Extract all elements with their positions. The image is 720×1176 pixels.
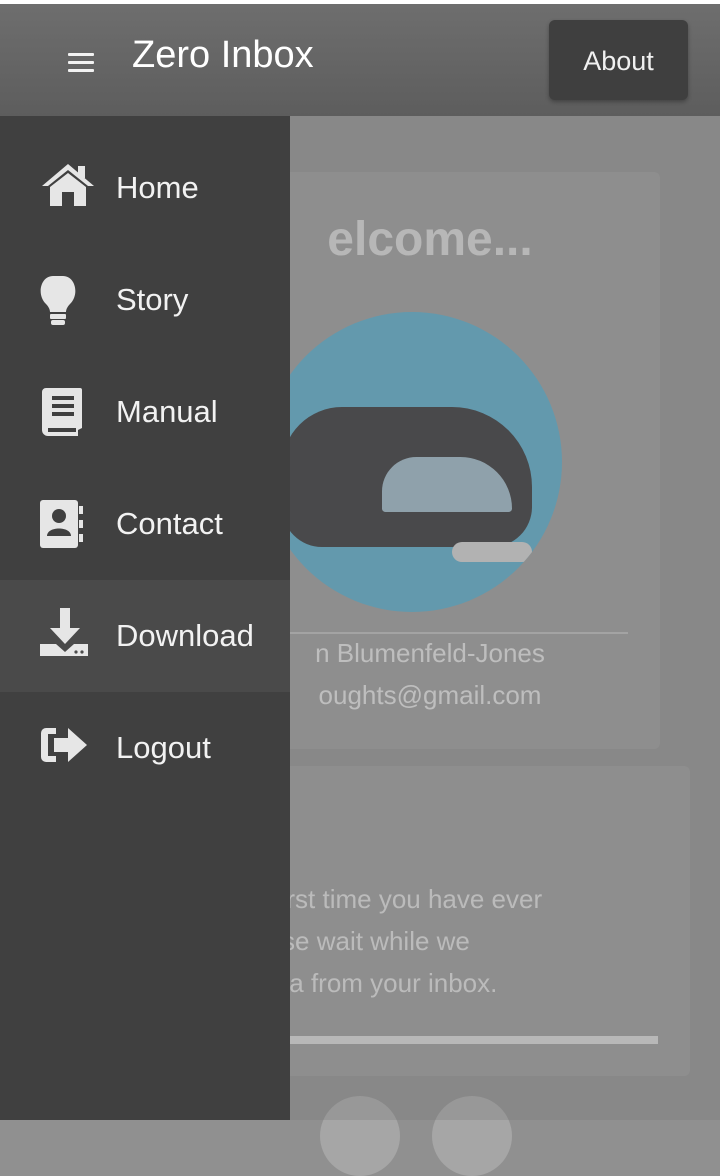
drawer-item-label: Download: [116, 618, 254, 653]
drawer-item-logout[interactable]: Logout: [0, 692, 290, 804]
menu-icon[interactable]: [68, 52, 96, 76]
drawer-item-label: Logout: [116, 730, 211, 765]
drawer-item-story[interactable]: Story: [0, 244, 290, 356]
about-button-label: About: [583, 46, 654, 76]
home-icon: [42, 164, 94, 206]
drawer-item-download[interactable]: Download: [0, 580, 290, 692]
lightbulb-icon: [40, 276, 76, 325]
drawer-item-label: Home: [116, 170, 199, 205]
app-bar: Zero Inbox About: [0, 4, 720, 116]
drawer-item-label: Contact: [116, 506, 223, 541]
app-title: Zero Inbox: [132, 34, 314, 76]
about-button[interactable]: About: [549, 20, 688, 100]
logout-icon: [41, 728, 87, 762]
drawer-item-label: Story: [116, 282, 189, 317]
drawer-item-home[interactable]: Home: [0, 132, 290, 244]
drawer-item-label: Manual: [116, 394, 218, 429]
contact-book-icon: [40, 500, 83, 548]
navigation-drawer: Home Story Manual Contact Download Logou…: [0, 116, 290, 1120]
book-icon: [42, 388, 82, 436]
download-icon: [40, 608, 88, 656]
drawer-item-contact[interactable]: Contact: [0, 468, 290, 580]
drawer-item-manual[interactable]: Manual: [0, 356, 290, 468]
